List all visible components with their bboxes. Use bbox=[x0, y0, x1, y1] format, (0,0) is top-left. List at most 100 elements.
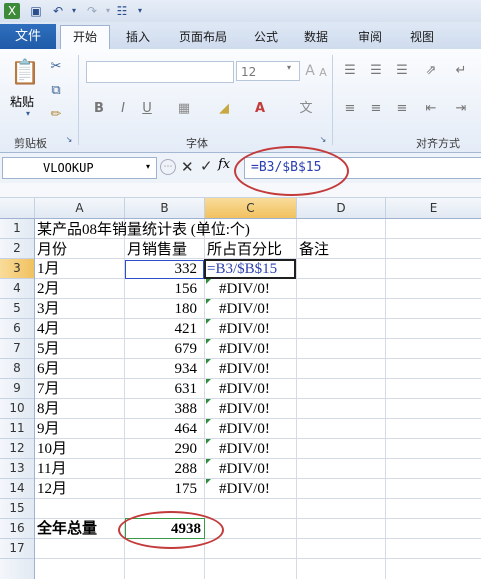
print-preview-icon[interactable]: ☷ bbox=[114, 3, 130, 19]
row-header-13[interactable]: 13 bbox=[0, 459, 34, 479]
cell-percent-error[interactable]: #DIV/0! bbox=[207, 319, 270, 339]
row-header-10[interactable]: 10 bbox=[0, 399, 34, 419]
phonetic-icon[interactable]: 文 bbox=[298, 101, 314, 117]
tab-review[interactable]: 审阅 bbox=[350, 26, 390, 49]
cell-percent-error[interactable]: #DIV/0! bbox=[207, 299, 270, 319]
cell-sales-value[interactable]: 180 bbox=[125, 299, 198, 319]
cell-sales-value[interactable]: 388 bbox=[125, 399, 198, 419]
cell-sales-value[interactable]: 288 bbox=[125, 459, 198, 479]
row-header-17[interactable]: 17 bbox=[0, 539, 34, 559]
cell-percent-error[interactable]: #DIV/0! bbox=[207, 459, 270, 479]
row-header-1[interactable]: 1 bbox=[0, 219, 34, 239]
cell-month[interactable]: 6月 bbox=[37, 359, 60, 379]
column-header-b[interactable]: B bbox=[125, 198, 205, 218]
column-header-d[interactable]: D bbox=[297, 198, 386, 218]
customize-toolbar-icon[interactable]: ▾ bbox=[132, 3, 148, 19]
format-painter-icon[interactable]: ✏ bbox=[48, 107, 64, 123]
cell-percent-error[interactable]: #DIV/0! bbox=[207, 439, 270, 459]
cell-month[interactable]: 1月 bbox=[37, 259, 60, 279]
decrease-indent-icon[interactable]: ⇤ bbox=[420, 101, 442, 117]
cell-c3-formula[interactable]: =B3/$B$15 bbox=[207, 259, 277, 279]
cell-sales-value[interactable]: 156 bbox=[125, 279, 198, 299]
function-wizard-dots-icon[interactable]: ⋯ bbox=[160, 159, 176, 175]
row-header-15[interactable]: 15 bbox=[0, 499, 34, 519]
row-header-16[interactable]: 16 bbox=[0, 519, 34, 539]
column-header-a[interactable]: A bbox=[35, 198, 125, 218]
cell-sales-value[interactable]: 464 bbox=[125, 419, 198, 439]
cell-a1-title[interactable]: 某产品08年销量统计表 (单位:个) bbox=[37, 220, 250, 240]
cell-d2-header[interactable]: 备注 bbox=[299, 240, 329, 260]
paste-icon[interactable]: 📋 bbox=[10, 57, 40, 87]
tab-file[interactable]: 文件 bbox=[0, 24, 56, 49]
cell-month[interactable]: 3月 bbox=[37, 299, 60, 319]
cell-percent-error[interactable]: #DIV/0! bbox=[207, 379, 270, 399]
align-center-icon[interactable]: ≡ bbox=[368, 101, 384, 117]
row-header-7[interactable]: 7 bbox=[0, 339, 34, 359]
paste-button[interactable]: 粘贴 bbox=[10, 93, 34, 110]
redo-icon[interactable]: ↷ bbox=[84, 3, 100, 19]
cell-a2-header[interactable]: 月份 bbox=[37, 240, 67, 260]
row-header-12[interactable]: 12 bbox=[0, 439, 34, 459]
cell-month[interactable]: 8月 bbox=[37, 399, 60, 419]
cell-percent-error[interactable]: #DIV/0! bbox=[207, 419, 270, 439]
cell-c2-header[interactable]: 所占百分比 bbox=[207, 240, 282, 260]
cell-sales-value[interactable]: 290 bbox=[125, 439, 198, 459]
row-header-5[interactable]: 5 bbox=[0, 299, 34, 319]
select-all-corner[interactable] bbox=[0, 198, 35, 218]
row-header-6[interactable]: 6 bbox=[0, 319, 34, 339]
cancel-icon[interactable]: ✕ bbox=[181, 158, 194, 176]
grow-font-button[interactable]: A bbox=[304, 63, 316, 79]
row-header-8[interactable]: 8 bbox=[0, 359, 34, 379]
cell-month[interactable]: 5月 bbox=[37, 339, 60, 359]
cell-month[interactable]: 12月 bbox=[37, 479, 67, 499]
font-launcher-icon[interactable]: ↘ bbox=[318, 135, 328, 145]
cell-sales-value[interactable]: 679 bbox=[125, 339, 198, 359]
tab-home[interactable]: 开始 bbox=[60, 25, 110, 51]
align-top-icon[interactable]: ☰ bbox=[342, 63, 358, 79]
italic-button[interactable]: I bbox=[116, 101, 130, 117]
font-size-dropdown-icon[interactable]: ▾ bbox=[287, 63, 291, 72]
cell-month[interactable]: 7月 bbox=[37, 379, 60, 399]
enter-icon[interactable]: ✓ bbox=[200, 157, 213, 175]
insert-function-button[interactable]: fx bbox=[218, 157, 230, 172]
tab-formulas[interactable]: 公式 bbox=[246, 26, 286, 49]
copy-icon[interactable]: ⧉ bbox=[48, 83, 64, 99]
cell-percent-error[interactable]: #DIV/0! bbox=[207, 479, 270, 499]
column-header-c[interactable]: C bbox=[205, 198, 297, 218]
cell-sales-value[interactable]: 421 bbox=[125, 319, 198, 339]
row-header-9[interactable]: 9 bbox=[0, 379, 34, 399]
align-middle-icon[interactable]: ☰ bbox=[368, 63, 384, 79]
align-right-icon[interactable]: ≡ bbox=[394, 101, 410, 117]
font-color-button[interactable]: A bbox=[252, 101, 268, 117]
row-header-11[interactable]: 11 bbox=[0, 419, 34, 439]
row-header-4[interactable]: 4 bbox=[0, 279, 34, 299]
cell-sales-value[interactable]: 631 bbox=[125, 379, 198, 399]
cell-month[interactable]: 9月 bbox=[37, 419, 60, 439]
row-header-14[interactable]: 14 bbox=[0, 479, 34, 499]
cell-month[interactable]: 4月 bbox=[37, 319, 60, 339]
orientation-icon[interactable]: ⇗ bbox=[420, 63, 442, 79]
cell-percent-error[interactable]: #DIV/0! bbox=[207, 359, 270, 379]
wrap-text-icon[interactable]: ↵ bbox=[450, 63, 472, 79]
tab-page-layout[interactable]: 页面布局 bbox=[170, 26, 236, 49]
fill-color-icon[interactable]: ◢ bbox=[216, 101, 232, 117]
cell-month[interactable]: 2月 bbox=[37, 279, 60, 299]
name-box-dropdown-icon[interactable]: ▾ bbox=[146, 162, 150, 171]
row-header-3[interactable]: 3 bbox=[0, 259, 34, 279]
align-left-icon[interactable]: ≡ bbox=[342, 101, 358, 117]
undo-icon[interactable]: ↶ bbox=[50, 3, 66, 19]
cell-sales-value[interactable]: 934 bbox=[125, 359, 198, 379]
save-icon[interactable]: ▣ bbox=[28, 3, 44, 19]
paste-dropdown-icon[interactable]: ▾ bbox=[26, 109, 30, 118]
clipboard-launcher-icon[interactable]: ↘ bbox=[64, 135, 74, 145]
cell-b2-header[interactable]: 月销售量 bbox=[127, 240, 187, 260]
align-bottom-icon[interactable]: ☰ bbox=[394, 63, 410, 79]
bold-button[interactable]: B bbox=[92, 101, 106, 117]
font-name-combo[interactable] bbox=[86, 61, 234, 83]
cell-sales-value[interactable]: 175 bbox=[125, 479, 198, 499]
shrink-font-button[interactable]: A bbox=[318, 65, 328, 81]
column-header-e[interactable]: E bbox=[386, 198, 481, 218]
name-box[interactable]: VLOOKUP bbox=[2, 157, 157, 179]
tab-view[interactable]: 视图 bbox=[402, 26, 442, 49]
tab-insert[interactable]: 插入 bbox=[116, 26, 160, 49]
